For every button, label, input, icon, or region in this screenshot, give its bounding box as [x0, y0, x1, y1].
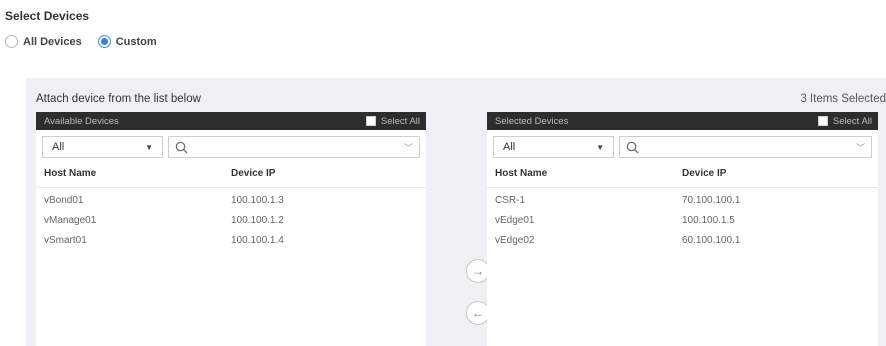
selected-select-all-label[interactable]: Select All — [833, 116, 872, 127]
selected-filter-row: All ▼ ﹀ — [487, 130, 878, 158]
available-table-header: Host Name Device IP — [36, 158, 426, 188]
selected-table-header: Host Name Device IP — [487, 158, 878, 188]
device-ip-cell: 100.100.1.3 — [231, 194, 284, 206]
available-table-body: vBond01 100.100.1.3 vManage01 100.100.1.… — [36, 190, 426, 250]
selected-select-all-checkbox[interactable] — [817, 116, 828, 126]
arrow-left-icon: ← — [472, 306, 484, 320]
selected-devices-panel: Selected Devices Select All All ▼ ﹀ Host… — [487, 112, 878, 346]
attach-title: Attach device from the list below — [36, 93, 201, 105]
table-row[interactable]: vEdge02 60.100.100.1 — [487, 230, 878, 250]
selected-search-input[interactable]: ﹀ — [619, 136, 872, 158]
selected-filter-dropdown[interactable]: All ▼ — [493, 136, 614, 158]
arrow-right-icon: → — [472, 264, 484, 278]
column-device-ip[interactable]: Device IP — [682, 168, 726, 187]
device-ip-cell: 100.100.1.5 — [682, 214, 735, 226]
available-select-all-checkbox[interactable] — [365, 116, 376, 126]
custom-radio[interactable] — [97, 35, 111, 48]
table-row[interactable]: CSR-1 70.100.100.1 — [487, 190, 878, 210]
available-devices-title: Available Devices — [44, 115, 119, 127]
selected-filter-value: All — [503, 141, 516, 153]
available-devices-panel: Available Devices Select All All ▼ ﹀ Hos… — [36, 112, 426, 346]
table-row[interactable]: vEdge01 100.100.1.5 — [487, 210, 878, 230]
device-ip-cell: 70.100.100.1 — [682, 194, 741, 206]
selected-select-all[interactable]: Select All — [817, 116, 872, 127]
available-devices-header: Available Devices Select All — [36, 112, 426, 130]
available-search-input[interactable]: ﹀ — [168, 136, 420, 158]
column-host-name[interactable]: Host Name — [44, 168, 231, 187]
column-host-name[interactable]: Host Name — [495, 168, 682, 187]
table-row[interactable]: vManage01 100.100.1.2 — [36, 210, 426, 230]
items-selected-count: 3 Items Selected — [800, 93, 886, 105]
caret-down-icon: ▼ — [145, 142, 153, 152]
chevron-down-icon[interactable]: ﹀ — [404, 141, 413, 154]
host-name-cell: vBond01 — [44, 194, 84, 206]
selected-devices-header: Selected Devices Select All — [487, 112, 878, 130]
host-name-cell: vSmart01 — [44, 234, 87, 246]
all-devices-radio[interactable] — [5, 35, 18, 48]
host-name-cell: vEdge01 — [495, 214, 535, 226]
device-ip-cell: 100.100.1.4 — [231, 234, 284, 246]
host-name-cell: vEdge02 — [495, 234, 535, 246]
device-scope-radio-group: All Devices Custom — [5, 35, 173, 48]
column-device-ip[interactable]: Device IP — [231, 168, 275, 187]
available-filter-value: All — [52, 141, 65, 153]
available-filter-row: All ▼ ﹀ — [36, 130, 426, 158]
search-icon — [175, 141, 188, 153]
available-select-all[interactable]: Select All — [365, 116, 420, 127]
table-row[interactable]: vBond01 100.100.1.3 — [36, 190, 426, 210]
available-select-all-label[interactable]: Select All — [381, 116, 420, 127]
selected-table-body: CSR-1 70.100.100.1 vEdge01 100.100.1.5 v… — [487, 190, 878, 250]
host-name-cell: CSR-1 — [495, 194, 526, 206]
caret-down-icon: ▼ — [596, 142, 604, 152]
available-filter-dropdown[interactable]: All ▼ — [42, 136, 163, 158]
device-ip-cell: 100.100.1.2 — [231, 214, 284, 226]
selected-devices-title: Selected Devices — [495, 115, 569, 127]
device-attach-container: Attach device from the list below 3 Item… — [26, 78, 886, 346]
search-icon — [626, 141, 639, 153]
page-title: Select Devices — [5, 9, 90, 23]
chevron-down-icon[interactable]: ﹀ — [856, 141, 865, 154]
custom-label[interactable]: Custom — [116, 36, 157, 48]
device-ip-cell: 60.100.100.1 — [682, 234, 741, 246]
all-devices-label[interactable]: All Devices — [23, 36, 82, 48]
table-row[interactable]: vSmart01 100.100.1.4 — [36, 230, 426, 250]
host-name-cell: vManage01 — [44, 214, 97, 226]
